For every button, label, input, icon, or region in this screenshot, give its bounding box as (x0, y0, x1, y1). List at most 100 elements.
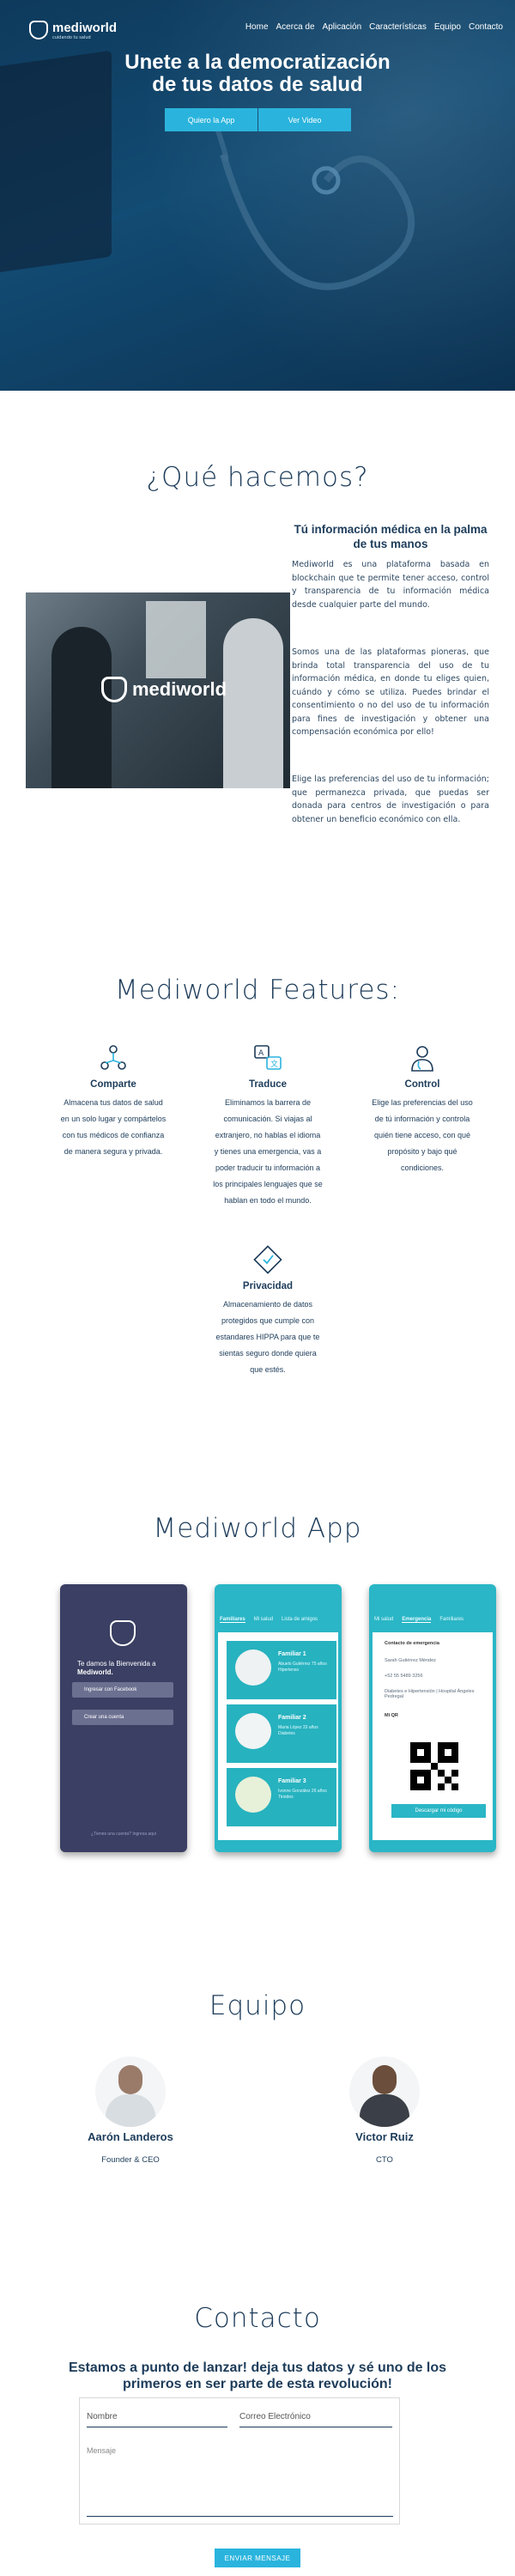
family-card-name: Familiar 3 (278, 1778, 306, 1784)
facebook-login-button[interactable]: Ingresar con Facebook (72, 1682, 173, 1698)
feature-share: Comparte Almacena tus datos de salud en … (53, 1043, 173, 1160)
girl-avatar (235, 1777, 271, 1813)
heart-logo-icon (29, 20, 48, 39)
xray-shape (146, 601, 206, 678)
elder-avatar (235, 1649, 271, 1686)
family-card-name: Familiar 1 (278, 1651, 306, 1657)
what-paragraph-1: Mediworld es una plataforma basada en bl… (292, 560, 489, 610)
phone-family-tabs: Familiares Mi salud Lista de amigos (220, 1617, 336, 1623)
head-shape (373, 2065, 397, 2094)
what-paragraph-2: Somos una de las plataformas pioneras, q… (292, 647, 489, 737)
woman-avatar (235, 1713, 271, 1749)
shoulders-shape (106, 2094, 155, 2127)
phone-welcome-label: Te damos la Bienvenida a (77, 1660, 156, 1668)
tab-lista-amigos[interactable]: Lista de amigos (282, 1617, 318, 1623)
nav-home[interactable]: Home (245, 22, 269, 32)
phone-welcome-text: Te damos la Bienvenida a Mediworld. (77, 1660, 156, 1677)
team-section-title: Equipo (209, 1990, 306, 2021)
feature-privacy-title: Privacidad (242, 1281, 294, 1291)
send-message-button[interactable]: ENVIAR MENSAJE (215, 2549, 300, 2567)
family-card[interactable]: Familiar 1 Abuelo Gutiérrez 75 años Hipe… (227, 1641, 336, 1699)
image-logo-overlay: mediworld (101, 677, 227, 702)
what-section-title: ¿Qué hacemos? (146, 462, 369, 493)
message-field[interactable] (87, 2443, 393, 2517)
hero-section: mediworld cuidando tu salud Home Acerca … (0, 0, 515, 391)
family-card[interactable]: Familiar 2 Maria López 33 años Diabetes (227, 1704, 336, 1763)
name-field[interactable] (87, 2407, 227, 2427)
share-network-icon (100, 1045, 126, 1070)
feature-privacy: Privacidad Almacenamiento de datos prote… (208, 1245, 328, 1378)
what-section-image: mediworld (26, 592, 290, 788)
app-section-title: Mediworld App (153, 1513, 362, 1544)
team-member-name: Victor Ruiz (355, 2130, 414, 2143)
hero-title-line1: Unete a la democratización (124, 51, 391, 74)
team-member-photo (95, 2057, 166, 2127)
qr-code-icon (410, 1742, 458, 1790)
nav-features[interactable]: Características (369, 22, 427, 32)
feature-share-text: Almacena tus datos de salud en un solo l… (60, 1098, 167, 1156)
image-logo-text: mediworld (132, 678, 227, 700)
tab-emergencia[interactable]: Emergencia (402, 1617, 432, 1623)
feature-translate: A 文 Traduce Eliminamos la barrera de com… (208, 1043, 328, 1209)
download-code-button[interactable]: Descargar mi código (391, 1804, 486, 1818)
team-member-role: CTO (376, 2155, 393, 2165)
create-account-button[interactable]: Crear una cuenta (72, 1710, 173, 1725)
email-field[interactable] (239, 2407, 392, 2427)
brand-logo[interactable]: mediworld cuidando tu salud (29, 19, 117, 40)
contact-section-title: Contacto (194, 2303, 321, 2334)
tab-familiares[interactable]: Familiares (220, 1617, 245, 1623)
feature-translate-text: Eliminamos la barrera de comunicación. S… (213, 1098, 323, 1205)
nav-contact[interactable]: Contacto (469, 22, 503, 32)
team-member-photo (349, 2057, 420, 2127)
team-member-card: Victor Ruiz CTO (316, 2057, 453, 2165)
watch-video-button[interactable]: Ver Video (258, 108, 351, 131)
features-title: Mediworld Features: (114, 975, 401, 1005)
emergency-heading: Contacto de emergencia (385, 1641, 439, 1646)
privacy-shield-icon (253, 1245, 282, 1274)
phone-login-screen: Te damos la Bienvenida a Mediworld. Ingr… (60, 1584, 187, 1852)
emergency-contact-phone: +52 55 5489 3256 (385, 1674, 423, 1679)
nav-about[interactable]: Acerca de (276, 22, 315, 32)
hero-title-line2: de tus datos de salud (152, 73, 363, 96)
feature-translate-title: Traduce (248, 1079, 288, 1090)
nav-app[interactable]: Aplicación (323, 22, 362, 32)
family-card[interactable]: Familiar 3 Ivonne González 26 años Tiroi… (227, 1768, 336, 1826)
head-shape (118, 2065, 142, 2094)
doctor-silhouette (52, 627, 112, 788)
tab-mi-salud[interactable]: Mi salud (254, 1617, 273, 1623)
phone-family-screen: Familiares Mi salud Lista de amigos Fami… (215, 1584, 342, 1852)
feature-share-title: Comparte (90, 1079, 136, 1090)
feature-control: Control Elige las preferencias del uso d… (362, 1043, 482, 1176)
phone-emergency-body: Contacto de emergencia Sarah Gutiérrez M… (373, 1632, 493, 1840)
family-card-info: Abuelo Gutiérrez 75 años Hipertenso (278, 1662, 327, 1673)
heart-logo-icon (101, 677, 127, 702)
contact-subtitle: Estamos a punto de lanzar! deja tus dato… (68, 2360, 447, 2391)
brand-tagline: cuidando tu salud (52, 35, 91, 40)
emergency-contact-name: Sarah Gutiérrez Méndez (385, 1658, 436, 1663)
heart-logo-icon (110, 1620, 136, 1646)
brand-name: mediworld (52, 21, 118, 35)
hero-title: Unete a la democratización de tus datos … (0, 52, 515, 96)
svg-text:文: 文 (270, 1059, 278, 1069)
what-subtitle: Tú información médica en la palma de tus… (294, 523, 488, 550)
emergency-contact-notes: Diabetes e Hipertensión | Hospital Ángel… (385, 1689, 475, 1699)
main-nav: Home Acerca de Aplicación Característica… (245, 22, 503, 32)
feature-control-text: Elige las preferencias del uso de tú inf… (372, 1098, 473, 1172)
login-link[interactable]: ¿Tienes una cuenta? Ingresa aqui (60, 1832, 187, 1837)
get-app-button[interactable]: Quiero la App (165, 108, 258, 131)
phone-emergency-tabs: Mi salud Emergencia Familiares (374, 1617, 491, 1623)
nav-team[interactable]: Equipo (434, 22, 461, 32)
doctor-icon (411, 1046, 433, 1072)
patient-silhouette (223, 618, 283, 788)
family-card-name: Familiar 2 (278, 1715, 306, 1721)
shoulders-shape (360, 2094, 409, 2127)
what-paragraph-3: Elige las preferencias del uso de tu inf… (292, 775, 489, 824)
family-card-info: Maria López 33 años Diabetes (278, 1725, 318, 1736)
feature-control-title: Control (404, 1079, 440, 1090)
stethoscope-illustration (212, 120, 415, 290)
tab-mi-salud[interactable]: Mi salud (374, 1617, 393, 1623)
tab-familiares[interactable]: Familiares (439, 1617, 464, 1623)
svg-text:A: A (258, 1049, 264, 1058)
phone-emergency-screen: Mi salud Emergencia Familiares Contacto … (369, 1584, 496, 1852)
family-card-info: Ivonne González 26 años Tiroides (278, 1789, 327, 1800)
